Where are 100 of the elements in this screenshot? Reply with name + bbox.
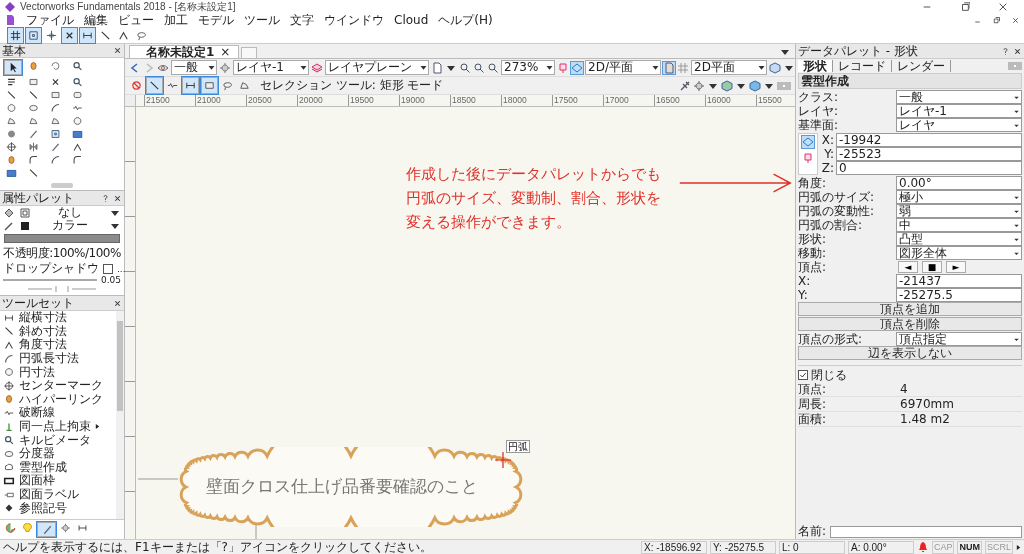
dropdown[interactable]: 一般: [896, 90, 1022, 104]
menu-item[interactable]: ヘルプ(H): [438, 14, 493, 26]
close-icon[interactable]: [998, 1, 1008, 12]
vertex-nav-button[interactable]: ►: [946, 261, 966, 273]
input-field[interactable]: 0.00°: [896, 176, 1022, 190]
menu-item[interactable]: ウインドウ: [324, 14, 384, 26]
color-bar[interactable]: [4, 234, 120, 243]
menu-item[interactable]: Cloud: [394, 14, 429, 26]
brush-icon[interactable]: [37, 522, 56, 537]
zoom-dropdown[interactable]: 273%: [501, 60, 555, 75]
rotate-icon[interactable]: [48, 60, 63, 73]
pen-icon[interactable]: [3, 219, 15, 232]
restore-icon[interactable]: [992, 15, 1001, 25]
palette-tab[interactable]: レコード: [833, 60, 892, 72]
layer-dropdown[interactable]: レイヤ-1: [233, 60, 309, 75]
action-button[interactable]: 辺を表示しない: [798, 346, 1022, 360]
vertex-nav-button[interactable]: ■: [922, 261, 942, 273]
caret-icon[interactable]: [299, 63, 308, 72]
input-field[interactable]: 0: [836, 161, 1022, 175]
magnifier-icon[interactable]: [473, 61, 485, 74]
menu-item[interactable]: ビュー: [118, 14, 154, 26]
palette-tab[interactable]: 形状: [798, 60, 833, 72]
plane-icon[interactable]: [802, 136, 814, 148]
toggle-icon[interactable]: [1008, 62, 1022, 70]
close-icon[interactable]: [1011, 15, 1020, 25]
menu-item[interactable]: ツール: [244, 14, 280, 26]
input-field[interactable]: -25275.5: [896, 288, 1022, 302]
caret-icon[interactable]: [419, 63, 428, 72]
angle-icon[interactable]: [3, 339, 15, 351]
menu-item[interactable]: モデル: [198, 14, 234, 26]
crosshair-icon[interactable]: [4, 141, 19, 154]
page-icon[interactable]: [431, 61, 443, 74]
crosshair-icon[interactable]: [3, 379, 15, 392]
menu-item[interactable]: 文字: [290, 14, 314, 26]
render-dropdown[interactable]: 2D平面: [691, 60, 767, 75]
cube-icon[interactable]: [769, 61, 781, 74]
satellite-icon[interactable]: [679, 79, 691, 92]
caret-icon[interactable]: [545, 63, 554, 72]
grid-icon[interactable]: [8, 27, 23, 43]
dropdown[interactable]: 中: [896, 218, 1022, 232]
settings-icon[interactable]: [58, 522, 73, 534]
square-icon[interactable]: [26, 27, 41, 43]
palette-tab[interactable]: レンダー: [892, 60, 951, 72]
magnifier-icon[interactable]: [70, 60, 85, 73]
class-dropdown[interactable]: 一般: [171, 60, 217, 75]
action-button[interactable]: 頂点を削除: [798, 317, 1022, 331]
resize-handle[interactable]: [51, 183, 73, 188]
magnifier-icon[interactable]: [487, 61, 499, 74]
menu-item[interactable]: 編集: [84, 14, 108, 26]
name-field[interactable]: [830, 525, 1022, 538]
dimension-icon[interactable]: [182, 77, 199, 94]
no-sign-icon[interactable]: [129, 78, 144, 93]
panel-icon[interactable]: [4, 167, 19, 180]
maximize-icon[interactable]: [960, 1, 970, 12]
close-icon[interactable]: [113, 193, 122, 203]
close-icon[interactable]: [113, 298, 122, 308]
dropdown[interactable]: 弱: [896, 204, 1022, 218]
mirror-icon[interactable]: [26, 141, 41, 154]
dropdown[interactable]: レイヤ-1: [896, 104, 1022, 118]
more-button[interactable]: ...: [117, 263, 126, 274]
toggle-icon[interactable]: [777, 81, 791, 90]
help-icon[interactable]: [1001, 46, 1010, 56]
checkbox[interactable]: [103, 263, 113, 274]
magnifier-icon[interactable]: [70, 76, 85, 89]
cube-icon[interactable]: [721, 79, 733, 92]
dropdown[interactable]: レイヤ: [896, 118, 1022, 132]
caret-icon[interactable]: [207, 63, 216, 72]
panel-icon[interactable]: [70, 128, 85, 141]
rectangle-icon[interactable]: [201, 77, 218, 94]
menu-item[interactable]: ファイル: [26, 14, 74, 26]
dropdown[interactable]: 凸型: [896, 232, 1022, 246]
color-swatch-icon[interactable]: [19, 219, 31, 232]
magnifier-icon[interactable]: [3, 434, 15, 447]
dropdown[interactable]: 図形全体: [896, 246, 1022, 260]
checkbox[interactable]: [798, 370, 808, 380]
fill-style[interactable]: なし: [35, 204, 105, 221]
close-icon[interactable]: [113, 46, 122, 56]
document-tab[interactable]: 名称未設定1 ×: [129, 45, 240, 58]
close-icon[interactable]: [1013, 46, 1022, 56]
plane-dropdown[interactable]: レイヤプレーン: [325, 60, 429, 75]
palette-icon[interactable]: [3, 522, 18, 534]
view-dropdown[interactable]: 2D/平面: [585, 60, 661, 75]
caret-icon[interactable]: [757, 63, 766, 72]
vertex-nav-button[interactable]: ◄: [898, 261, 918, 273]
cube-icon[interactable]: [749, 79, 761, 92]
input-field[interactable]: -19942: [836, 133, 1022, 147]
pin-icon[interactable]: [802, 152, 814, 164]
plane-icon[interactable]: [571, 61, 583, 74]
help-icon[interactable]: [101, 193, 110, 203]
dimension-icon[interactable]: [80, 27, 95, 43]
arc-icon[interactable]: [3, 352, 15, 365]
menu-item[interactable]: 加工: [164, 14, 188, 26]
dropdown[interactable]: 極小: [896, 190, 1022, 204]
pointer-icon[interactable]: [4, 60, 22, 76]
scrollbar[interactable]: [116, 311, 124, 519]
input-field[interactable]: -21437: [896, 274, 1022, 288]
paint-bucket-icon[interactable]: [3, 206, 15, 219]
caret-icon[interactable]: [651, 63, 660, 72]
cross-icon[interactable]: [62, 27, 77, 43]
action-button[interactable]: 頂点を追加: [798, 302, 1022, 316]
